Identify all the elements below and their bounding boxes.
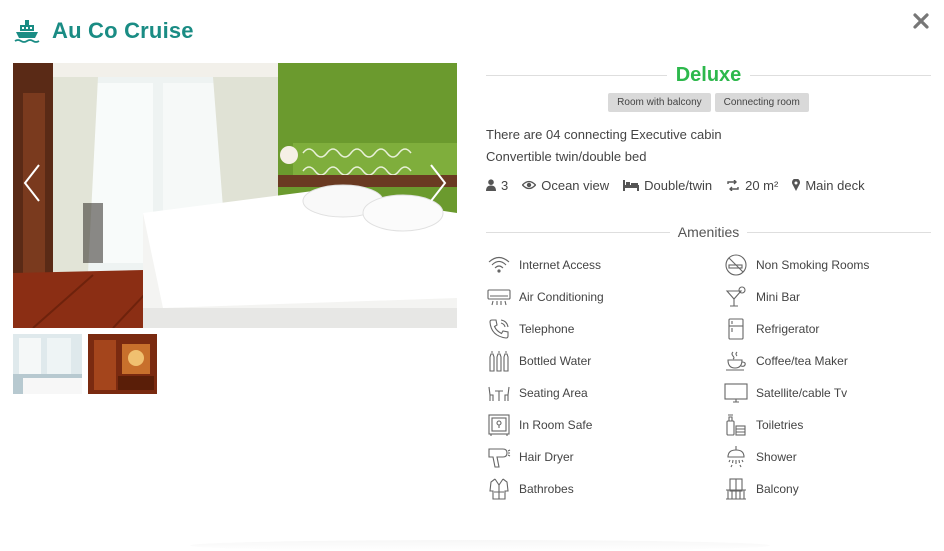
thumbnail-bedroom[interactable] — [13, 334, 82, 394]
amenity-hair-dryer: Hair Dryer — [486, 441, 723, 473]
amenity-non-smoking: Non Smoking Rooms — [723, 249, 931, 281]
seating-icon — [486, 380, 512, 406]
amenity-label: In Room Safe — [519, 418, 593, 432]
map-marker-icon — [792, 179, 801, 191]
spec-view: Ocean view — [522, 178, 609, 193]
tag-room-with-balcony: Room with balcony — [608, 93, 711, 112]
image-gallery[interactable] — [13, 63, 457, 328]
amenity-label: Non Smoking Rooms — [756, 258, 870, 272]
amenity-shower: Shower — [723, 441, 931, 473]
amenity-bottled-water: Bottled Water — [486, 345, 723, 377]
balcony-icon — [723, 476, 749, 502]
tag-connecting-room: Connecting room — [714, 93, 809, 112]
amenity-coffee-tea-maker: Coffee/tea Maker — [723, 345, 931, 377]
amenity-in-room-safe: In Room Safe — [486, 409, 723, 441]
amenity-label: Bathrobes — [519, 482, 574, 496]
safe-icon — [486, 412, 512, 438]
header: Au Co Cruise — [14, 14, 194, 48]
phone-icon — [486, 316, 512, 342]
divider — [747, 231, 931, 233]
bed-label: Double/twin — [644, 177, 713, 193]
ship-icon — [14, 18, 40, 44]
spec-deck: Main deck — [792, 177, 865, 193]
amenity-toiletries: Toiletries — [723, 409, 931, 441]
guests-count: 3 — [501, 177, 509, 193]
amenity-mini-bar: Mini Bar — [723, 281, 931, 313]
amenity-label: Seating Area — [519, 386, 588, 400]
room-tags: Room with balcony Connecting room — [486, 93, 931, 112]
amenity-label: Internet Access — [519, 258, 602, 272]
chevron-right-icon — [430, 164, 447, 202]
thumbnail-bathroom[interactable] — [88, 334, 157, 394]
thumbnail-strip — [13, 334, 157, 394]
amenity-internet-access: Internet Access — [486, 249, 723, 281]
divider — [750, 74, 931, 76]
toiletries-icon — [723, 412, 749, 438]
amenity-balcony: Balcony — [723, 473, 931, 505]
room-title-row: Deluxe — [486, 60, 931, 90]
bathrobe-icon — [486, 476, 512, 502]
amenity-label: Mini Bar — [756, 290, 801, 304]
amenity-label: Coffee/tea Maker — [756, 354, 848, 368]
divider — [486, 231, 670, 233]
amenity-air-conditioning: Air Conditioning — [486, 281, 723, 313]
hair-dryer-icon — [486, 444, 512, 470]
divider — [486, 74, 667, 76]
close-icon — [913, 13, 929, 29]
fridge-icon — [723, 316, 749, 342]
spec-bed: Double/twin — [623, 178, 712, 193]
bottles-icon — [486, 348, 512, 374]
amenity-label: Satellite/cable Tv — [756, 386, 848, 400]
previous-image-button[interactable] — [21, 163, 43, 203]
amenities-header: Amenities — [486, 222, 931, 242]
amenity-bathrobes: Bathrobes — [486, 473, 723, 505]
coffee-cup-icon — [723, 348, 749, 374]
deck-label: Main deck — [805, 177, 865, 193]
spec-guests: 3 — [486, 178, 508, 193]
amenities-list: Internet Access Non Smoking Rooms Air Co… — [486, 249, 931, 505]
resize-arrows-icon — [727, 179, 739, 191]
amenities-title: Amenities — [677, 224, 740, 240]
amenity-seating-area: Seating Area — [486, 377, 723, 409]
amenity-refrigerator: Refrigerator — [723, 313, 931, 345]
size-label: 20 m² — [745, 177, 779, 193]
spec-size: 20 m² — [726, 178, 778, 193]
no-smoking-icon — [723, 252, 749, 278]
close-button[interactable] — [910, 10, 932, 32]
footer-shadow — [190, 540, 770, 551]
room-specs: 3 Ocean view Double/twin 20 m² Main deck — [486, 175, 931, 195]
amenity-telephone: Telephone — [486, 313, 723, 345]
cabin-bedroom-photo — [13, 63, 457, 328]
shower-icon — [723, 444, 749, 470]
amenity-label: Air Conditioning — [519, 290, 604, 304]
room-details: Deluxe Room with balcony Connecting room… — [486, 60, 931, 505]
room-name: Deluxe — [675, 63, 742, 86]
amenity-label: Telephone — [519, 322, 575, 336]
amenity-label: Shower — [756, 450, 797, 464]
amenity-label: Refrigerator — [756, 322, 820, 336]
amenity-satellite-tv: Satellite/cable Tv — [723, 377, 931, 409]
amenity-label: Bottled Water — [519, 354, 592, 368]
user-icon — [486, 179, 496, 191]
eye-icon — [522, 180, 537, 190]
amenity-label: Toiletries — [756, 418, 804, 432]
room-description: There are 04 connecting Executive cabin … — [486, 124, 931, 168]
amenity-label: Hair Dryer — [519, 450, 574, 464]
cruise-title: Au Co Cruise — [52, 18, 194, 43]
bed-icon — [623, 179, 640, 191]
description-line: There are 04 connecting Executive cabin — [486, 127, 722, 142]
cocktail-icon — [723, 284, 749, 310]
next-image-button[interactable] — [427, 163, 449, 203]
description-line: Convertible twin/double bed — [486, 149, 647, 164]
wifi-icon — [486, 252, 512, 278]
amenity-label: Balcony — [756, 482, 799, 496]
tv-icon — [723, 380, 749, 406]
chevron-left-icon — [23, 164, 40, 202]
view-label: Ocean view — [541, 177, 610, 193]
air-conditioner-icon — [486, 284, 512, 310]
